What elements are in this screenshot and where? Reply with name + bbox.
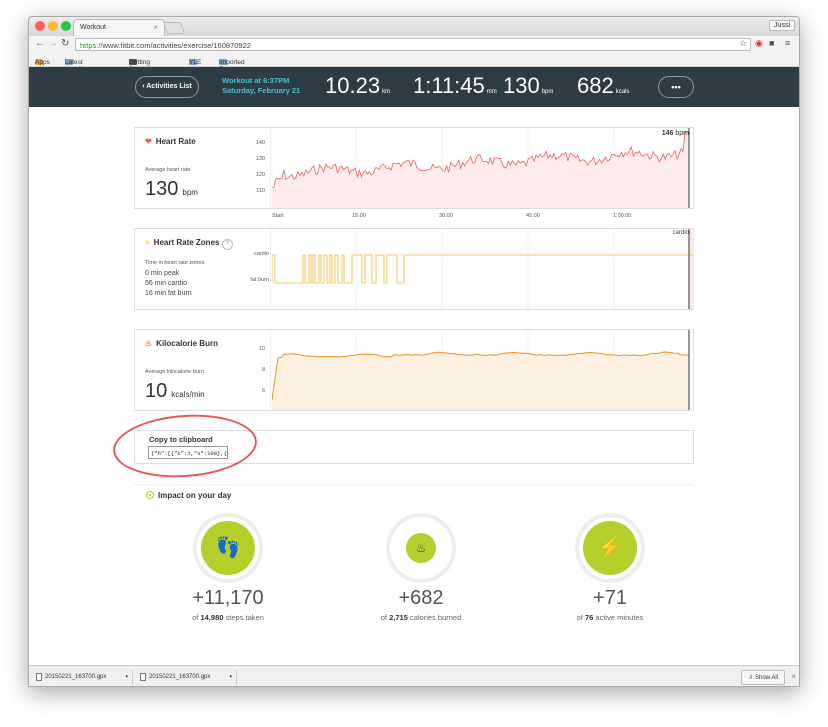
heart-rate-chart <box>272 128 690 208</box>
calories-value: +682 <box>398 587 444 609</box>
kcal-ytick: 10 <box>258 346 265 352</box>
stat-duration: 1:11:45 mm <box>413 73 497 98</box>
peak-hr-label: 146 bpm <box>661 130 689 137</box>
close-downloads-icon[interactable]: × <box>791 672 796 681</box>
hr-xtick: 1:00:00 <box>613 213 632 219</box>
downloads-bar: 20150221_163700.gpx ▾ 20150221_163700.gpx… <box>29 665 799 686</box>
address-bar[interactable]: https://www.fitbit.com/activities/exerci… <box>75 38 751 51</box>
new-tab-button[interactable] <box>162 22 186 34</box>
browser-window: Workout × Jussi ← → ↻ https://www.fitbit… <box>28 16 800 687</box>
extension-badge-icon[interactable]: ■ <box>769 38 774 48</box>
kcal-title: ♨ Kilocalorie Burn <box>145 339 218 348</box>
stat-heart-rate: 130 bpm <box>503 73 554 98</box>
avg-hr-value: 130 bpm <box>145 178 198 200</box>
heart-rate-zones-card: ≡ Heart Rate Zones ? Time in heart rate z… <box>134 228 694 310</box>
calories-ring: ♨ <box>386 513 456 583</box>
steps-ring: 👣 <box>193 513 263 583</box>
show-all-downloads-button[interactable]: ⇩ Show All <box>741 670 785 685</box>
title-bar: Workout × Jussi <box>29 17 799 36</box>
avg-kcal-label: Average kilocalorie burn <box>145 369 204 375</box>
steps-caption: of 14,980 steps taken <box>192 613 264 622</box>
back-arrow-icon[interactable]: ← <box>35 38 45 49</box>
calories-caption: of 2,715 calories burned <box>380 613 462 622</box>
zone-ytick-fatburn: fat burn <box>250 277 269 283</box>
zone-ytick-cardio: cardio <box>254 251 269 257</box>
file-icon <box>36 673 42 681</box>
heart-rate-card: ❤ Heart Rate Average heart rate 130 bpm 14… <box>134 127 694 209</box>
url-text: www.fitbit.com/activities/exercise/16087… <box>102 41 251 50</box>
more-options-button[interactable]: ••• <box>658 76 694 98</box>
red-annotation-circle <box>111 410 259 482</box>
heart-rate-area <box>272 132 689 208</box>
zone-fatburn: 16 min fat burn <box>145 290 192 297</box>
hr-xtick: 30:00 <box>439 213 453 219</box>
extension-icon[interactable]: ◉ <box>755 38 763 49</box>
bookmark-star-icon[interactable]: ☆ <box>739 38 747 49</box>
workout-header: ‹ Activities List Workout at 6:37PM Satu… <box>29 67 799 107</box>
maximize-window-icon[interactable] <box>61 21 71 31</box>
avg-hr-label: Average heart rate <box>145 167 191 173</box>
hr-xtick: 45:00 <box>526 213 540 219</box>
tab-title: Workout <box>80 24 106 31</box>
zone-cardio: 56 min cardio <box>145 280 188 287</box>
activities-list-button[interactable]: ‹ Activities List <box>135 76 199 98</box>
target-icon <box>146 491 154 499</box>
reload-icon[interactable]: ↻ <box>61 38 69 49</box>
zones-title: ≡ Heart Rate Zones ? <box>145 238 233 250</box>
zone-corner-label: cardio <box>672 230 689 236</box>
lightning-icon: ⚡ <box>583 521 637 575</box>
close-tab-icon[interactable]: × <box>153 23 158 32</box>
flame-icon: ♨ <box>406 533 436 563</box>
active-minutes-ring: ⚡ <box>575 513 645 583</box>
hr-ytick: 140 <box>255 140 265 146</box>
kcal-chart <box>272 330 690 410</box>
zone-peak: 0 min peak <box>145 270 180 277</box>
hr-xtick: Start <box>272 213 284 219</box>
forward-arrow-icon[interactable]: → <box>48 38 58 49</box>
hr-xtick: 15:00 <box>352 213 366 219</box>
heart-rate-title: ❤ Heart Rate <box>145 137 196 146</box>
browser-tab[interactable]: Workout × <box>73 19 165 36</box>
steps-value: +11,170 <box>192 587 264 609</box>
heart-icon: ❤ <box>145 137 152 146</box>
hr-ytick: 120 <box>255 172 265 178</box>
download-item[interactable]: 20150221_163700.gpx ▾ <box>33 670 133 685</box>
chevron-down-icon[interactable]: ▾ <box>125 674 128 680</box>
url-scheme: https:// <box>80 41 103 50</box>
zones-sub-label: Time in heart rate zones <box>145 260 205 266</box>
zones-summary: ≡ Heart Rate Zones ? Time in heart rate z… <box>135 229 271 309</box>
browser-toolbar: ← → ↻ https://www.fitbit.com/activities/… <box>29 36 799 53</box>
impact-title: Impact on your day <box>146 491 231 500</box>
workout-title: Workout at 6:37PM Saturday, February 21 <box>222 76 301 95</box>
divider <box>134 484 694 485</box>
stat-calories: 682 kcals <box>577 73 630 98</box>
kcal-ytick: 8 <box>261 367 265 373</box>
minimize-window-icon[interactable] <box>48 21 58 31</box>
hr-ytick: 110 <box>256 188 265 194</box>
hr-ytick: 130 <box>255 156 265 162</box>
footsteps-icon: 👣 <box>201 521 255 575</box>
zones-chart <box>272 229 694 309</box>
user-profile-button[interactable]: Jussi <box>769 20 795 31</box>
close-window-icon[interactable] <box>35 21 45 31</box>
stat-distance: 10.23 km <box>325 73 391 98</box>
zones-icon: ≡ <box>145 238 150 247</box>
kilocalorie-card: ♨ Kilocalorie Burn Average kilocalorie bu… <box>134 329 694 411</box>
download-item[interactable]: 20150221_163700.gpx ▾ <box>137 670 237 685</box>
file-icon <box>140 673 146 681</box>
active-minutes-caption: of 76 active minutes <box>576 613 644 622</box>
kcal-ytick: 6 <box>261 388 265 394</box>
flame-icon: ♨ <box>145 339 153 348</box>
avg-kcal-value: 10 kcals/min <box>145 380 205 402</box>
chevron-down-icon[interactable]: ▾ <box>229 674 232 680</box>
zone-line <box>272 254 694 284</box>
help-icon[interactable]: ? <box>221 239 233 250</box>
menu-icon[interactable]: ≡ <box>785 38 790 48</box>
kcal-area <box>272 352 689 410</box>
bookmarks-bar: Apps Latest Headlines Getting Started YL… <box>29 53 799 80</box>
active-minutes-value: +71 <box>593 587 627 609</box>
